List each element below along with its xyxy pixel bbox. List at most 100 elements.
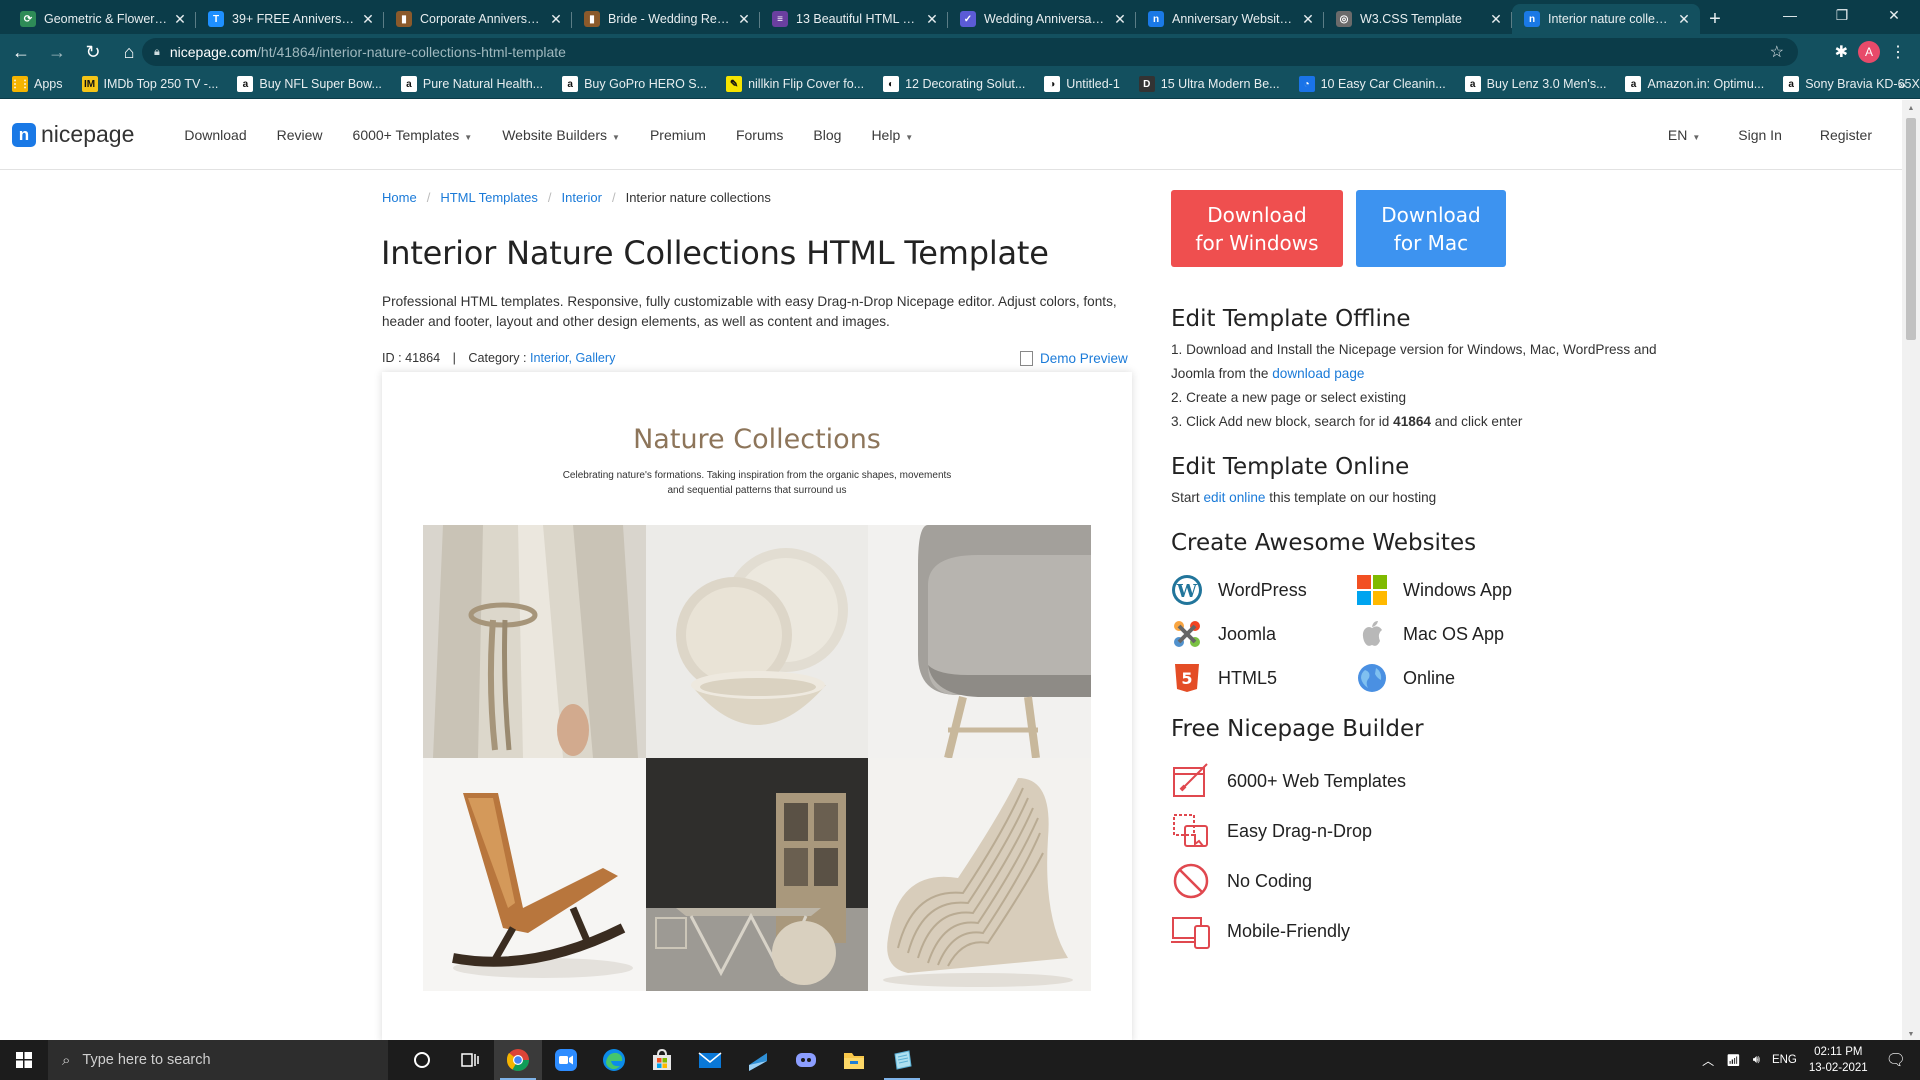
- close-tab-icon[interactable]: ✕: [924, 11, 940, 28]
- bookmark-item[interactable]: ◐ 12 Decorating Solut...: [883, 76, 1025, 92]
- browser-tab[interactable]: ≡ 13 Beautiful HTML Wed ✕: [760, 4, 948, 34]
- browser-tab[interactable]: ▮ Corporate Anniversary ✕: [384, 4, 572, 34]
- register-link[interactable]: Register: [1820, 127, 1872, 143]
- breadcrumb-html-templates[interactable]: HTML Templates: [440, 190, 538, 205]
- platform-wordpress[interactable]: W WordPress: [1171, 574, 1356, 606]
- profile-avatar[interactable]: A: [1858, 41, 1880, 63]
- bookmark-label: Apps: [34, 77, 63, 91]
- category-link[interactable]: Interior, Gallery: [530, 351, 615, 365]
- platform-html5[interactable]: 5 HTML5: [1171, 662, 1356, 694]
- menu-kebab-icon[interactable]: ⋮: [1890, 42, 1906, 62]
- bookmark-item[interactable]: ✎ nillkin Flip Cover fo...: [726, 76, 864, 92]
- back-icon[interactable]: ←: [6, 37, 36, 67]
- browser-tab[interactable]: n Interior nature collectio ✕: [1512, 4, 1700, 34]
- file-explorer-icon[interactable]: [830, 1040, 878, 1080]
- bookmark-item[interactable]: ◔ 10 Easy Car Cleanin...: [1298, 76, 1446, 92]
- bookmarks-overflow-icon[interactable]: »: [1898, 76, 1906, 92]
- close-tab-icon[interactable]: ✕: [548, 11, 564, 28]
- nav-forums[interactable]: Forums: [736, 127, 783, 143]
- close-window-icon[interactable]: ✕: [1868, 0, 1920, 30]
- browser-tab[interactable]: ✓ Wedding Anniversary V ✕: [948, 4, 1136, 34]
- close-tab-icon[interactable]: ✕: [1488, 11, 1504, 28]
- bookmark-star-icon[interactable]: ☆: [1770, 42, 1784, 62]
- close-tab-icon[interactable]: ✕: [1300, 11, 1316, 28]
- minimize-icon[interactable]: —: [1764, 0, 1816, 30]
- notifications-icon[interactable]: 🗨︎: [1886, 1050, 1906, 1070]
- gallery-image-coat: [423, 525, 646, 758]
- platform-joomla[interactable]: Joomla: [1171, 618, 1356, 650]
- download-page-link[interactable]: download page: [1272, 366, 1364, 381]
- close-tab-icon[interactable]: ✕: [360, 11, 376, 28]
- page-scrollbar[interactable]: ▲ ▼: [1902, 100, 1920, 1042]
- edit-online-link[interactable]: edit online: [1203, 490, 1265, 505]
- browser-tab[interactable]: ▮ Bride - Wedding Respo ✕: [572, 4, 760, 34]
- chevron-up-icon[interactable]: ︿: [1702, 1052, 1714, 1069]
- nav-premium[interactable]: Premium: [650, 127, 706, 143]
- chrome-icon[interactable]: [494, 1040, 542, 1080]
- scroll-up-icon[interactable]: ▲: [1902, 100, 1920, 116]
- app-icon[interactable]: [734, 1040, 782, 1080]
- nav-website-builders[interactable]: Website Builders ▼: [502, 127, 620, 143]
- task-view-icon[interactable]: [446, 1040, 494, 1080]
- clock[interactable]: 02:11 PM 13-02-2021: [1809, 1044, 1868, 1076]
- bookmark-item[interactable]: ◑ Untitled-1: [1044, 76, 1120, 92]
- demo-preview-link[interactable]: Demo Preview: [1020, 351, 1128, 366]
- home-icon[interactable]: ⌂: [114, 37, 144, 67]
- taskbar-search-input[interactable]: ⌕ Type here to search: [48, 1040, 388, 1080]
- bookmark-item[interactable]: a Buy NFL Super Bow...: [237, 76, 382, 92]
- nav-6000-templates[interactable]: 6000+ Templates ▼: [353, 127, 473, 143]
- browser-tab[interactable]: ⟳ Geometric & Flowers - ✕: [8, 4, 196, 34]
- close-tab-icon[interactable]: ✕: [736, 11, 752, 28]
- input-language[interactable]: ENG: [1772, 1054, 1797, 1066]
- reload-icon[interactable]: ↻: [78, 37, 108, 67]
- bookmark-item[interactable]: IM IMDb Top 250 TV -...: [81, 76, 218, 92]
- nav-download[interactable]: Download: [184, 127, 246, 143]
- nav-review[interactable]: Review: [277, 127, 323, 143]
- nicepage-logo[interactable]: n nicepage: [12, 121, 134, 148]
- platform-windows-app[interactable]: Windows App: [1356, 574, 1541, 606]
- bookmark-item[interactable]: a Buy GoPro HERO S...: [562, 76, 707, 92]
- new-tab-button[interactable]: +: [1700, 4, 1730, 34]
- url-input[interactable]: 🔒︎ nicepage.com/ht/41864/interior-nature…: [142, 38, 1798, 66]
- bookmark-item[interactable]: a Amazon.in: Optimu...: [1625, 76, 1764, 92]
- sign-in-link[interactable]: Sign In: [1738, 127, 1782, 143]
- network-icon[interactable]: 📶︎: [1726, 1053, 1741, 1067]
- template-preview[interactable]: Nature Collections Celebrating nature's …: [382, 372, 1132, 1042]
- bookmark-item[interactable]: D 15 Ultra Modern Be...: [1138, 76, 1280, 92]
- discord-icon[interactable]: [782, 1040, 830, 1080]
- close-tab-icon[interactable]: ✕: [1676, 11, 1692, 28]
- browser-tab[interactable]: T 39+ FREE Anniversary I ✕: [196, 4, 384, 34]
- store-icon[interactable]: [638, 1040, 686, 1080]
- bookmark-item[interactable]: ⋮⋮ Apps: [10, 76, 63, 92]
- restore-icon[interactable]: ❐: [1816, 0, 1868, 30]
- notepad-icon[interactable]: [878, 1040, 926, 1080]
- start-button[interactable]: [0, 1040, 48, 1080]
- breadcrumb-interior[interactable]: Interior: [561, 190, 601, 205]
- bookmark-label: Buy GoPro HERO S...: [584, 77, 708, 91]
- breadcrumb-home[interactable]: Home: [382, 190, 417, 205]
- address-bar-row: ← → ↻ ⌂ 🔒︎ nicepage.com/ht/41864/interio…: [0, 34, 1920, 70]
- close-tab-icon[interactable]: ✕: [172, 11, 188, 28]
- tab-title: Interior nature collectio: [1548, 12, 1672, 26]
- zoom-icon[interactable]: [542, 1040, 590, 1080]
- cortana-icon[interactable]: [398, 1040, 446, 1080]
- close-tab-icon[interactable]: ✕: [1112, 11, 1128, 28]
- extensions-icon[interactable]: ✱: [1835, 42, 1848, 62]
- mail-icon[interactable]: [686, 1040, 734, 1080]
- browser-tab[interactable]: ◎ W3.CSS Template ✕: [1324, 4, 1512, 34]
- download-mac-button[interactable]: Download for Mac: [1356, 190, 1506, 267]
- volume-icon[interactable]: 🔊︎: [1753, 1054, 1760, 1067]
- language-selector[interactable]: EN ▼: [1668, 127, 1700, 143]
- forward-icon[interactable]: →: [42, 37, 72, 67]
- browser-tab[interactable]: n Anniversary Website Te ✕: [1136, 4, 1324, 34]
- nav-help[interactable]: Help ▼: [871, 127, 913, 143]
- bookmark-item[interactable]: a Pure Natural Health...: [400, 76, 543, 92]
- main-nav: Download Review 6000+ Templates ▼ Website Bu…: [184, 127, 943, 143]
- scrollbar-thumb[interactable]: [1906, 118, 1916, 340]
- edge-icon[interactable]: [590, 1040, 638, 1080]
- platform-mac-os-app[interactable]: Mac OS App: [1356, 618, 1541, 650]
- platform-online[interactable]: Online: [1356, 662, 1541, 694]
- nav-blog[interactable]: Blog: [813, 127, 841, 143]
- bookmark-item[interactable]: a Buy Lenz 3.0 Men's...: [1464, 76, 1606, 92]
- download-windows-button[interactable]: Download for Windows: [1171, 190, 1343, 267]
